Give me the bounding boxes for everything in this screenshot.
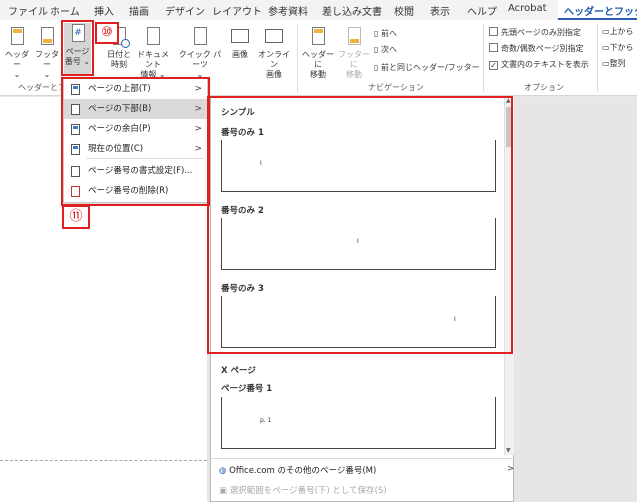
tab-draw[interactable]: 描画 [129, 3, 149, 18]
goto-header-button[interactable]: ヘッダーに 移動 [300, 26, 336, 80]
tab-help[interactable]: ヘルプ [467, 3, 497, 18]
checkbox-box [489, 43, 498, 52]
tab-file[interactable]: ファイル [8, 3, 48, 18]
previous-button[interactable]: ▯ 前へ [374, 28, 397, 39]
document-info-icon [142, 26, 164, 48]
more-page-numbers-link[interactable]: ◍ Office.com のその他のページ番号(M) > [219, 464, 514, 476]
group-label-navigation: ナビゲーション [368, 83, 424, 92]
tab-home[interactable]: ホーム [50, 3, 80, 18]
next-button[interactable]: ▯ 次へ [374, 44, 397, 55]
annotation-box-page-number-button [61, 20, 94, 76]
tab-header-footer[interactable]: ヘッダーとフッター [558, 0, 637, 20]
next-icon: ▯ [374, 45, 381, 54]
chevron-right-icon: > [507, 464, 515, 474]
tab-insert[interactable]: 挿入 [94, 3, 114, 18]
link-previous-button[interactable]: ▯ 前と同じヘッダー/フッター [374, 62, 480, 73]
tab-acrobat[interactable]: Acrobat [508, 3, 547, 14]
annotation-box-gallery [207, 96, 513, 354]
ribbon-separator [597, 24, 598, 92]
quick-parts-button[interactable]: クイック パーツ ⌄ [176, 26, 224, 80]
page-number-mark: p. 1 [260, 417, 272, 424]
odd-even-checkbox[interactable]: 奇数/偶数ページ別指定 [489, 43, 584, 54]
quick-parts-icon [189, 26, 211, 48]
header-button[interactable]: ヘッダー ⌄ [2, 26, 32, 80]
tab-layout[interactable]: レイアウト [212, 3, 262, 18]
footer-button[interactable]: フッター ⌄ [33, 26, 61, 80]
footer-from-bottom[interactable]: ▭下から [602, 42, 634, 53]
link-icon: ▯ [374, 63, 381, 72]
checkbox-box [489, 27, 498, 36]
tab-mailings[interactable]: 差し込み文書 [322, 3, 382, 18]
previous-icon: ▯ [374, 29, 381, 38]
header-icon [6, 26, 28, 48]
tab-references[interactable]: 参考資料 [268, 3, 308, 18]
header-boundary-line [0, 460, 207, 461]
ribbon-tab-bar: ファイル ホーム 挿入 描画 デザイン レイアウト 参考資料 差し込み文書 校閲… [0, 0, 637, 20]
gallery-section-x-page: X ページ [221, 366, 256, 376]
tab-view[interactable]: 表示 [430, 3, 450, 18]
ribbon-separator [297, 24, 298, 92]
online-picture-button[interactable]: オンライン 画像 [255, 26, 293, 80]
annotation-box-menu [61, 77, 210, 206]
checkmark-icon: ✓ [489, 61, 498, 70]
group-label-options: オプション [524, 83, 564, 92]
ribbon-separator [483, 24, 484, 92]
gallery-item-page-number-1[interactable]: p. 1 [221, 397, 496, 449]
goto-footer-icon [343, 26, 365, 48]
save-selection-button[interactable]: ▣ 選択範囲をページ番号(下) として保存(S) [219, 484, 387, 496]
goto-header-icon [307, 26, 329, 48]
header-position-icon: ▭ [602, 27, 610, 36]
align-icon: ▭ [602, 59, 610, 68]
save-gallery-icon: ▣ [219, 486, 230, 496]
align-tab-button[interactable]: ▭整列 [602, 58, 626, 69]
annotation-badge-11: ⑪ [62, 205, 90, 229]
footer-icon [36, 26, 58, 48]
scroll-down-icon[interactable]: ▼ [506, 447, 511, 454]
gallery-item-title: ページ番号 1 [221, 384, 273, 394]
globe-icon: ◍ [219, 466, 230, 476]
online-picture-icon [263, 26, 285, 48]
picture-button[interactable]: 画像 [227, 26, 253, 60]
goto-footer-button[interactable]: フッターに 移動 [336, 26, 372, 80]
document-info-button[interactable]: ドキュメント 情報 ⌄ [135, 26, 171, 80]
tab-design[interactable]: デザイン [165, 3, 205, 18]
tab-review[interactable]: 校閲 [394, 3, 414, 18]
gallery-footer-divider [211, 458, 513, 459]
first-page-checkbox[interactable]: 先頭ページのみ別指定 [489, 27, 581, 38]
show-text-checkbox[interactable]: ✓ 文書内のテキストを表示 [489, 59, 589, 70]
header-from-top[interactable]: ▭上から [602, 26, 634, 37]
annotation-badge-10: ⑩ [95, 22, 119, 44]
picture-icon [229, 26, 251, 48]
footer-position-icon: ▭ [602, 43, 610, 52]
